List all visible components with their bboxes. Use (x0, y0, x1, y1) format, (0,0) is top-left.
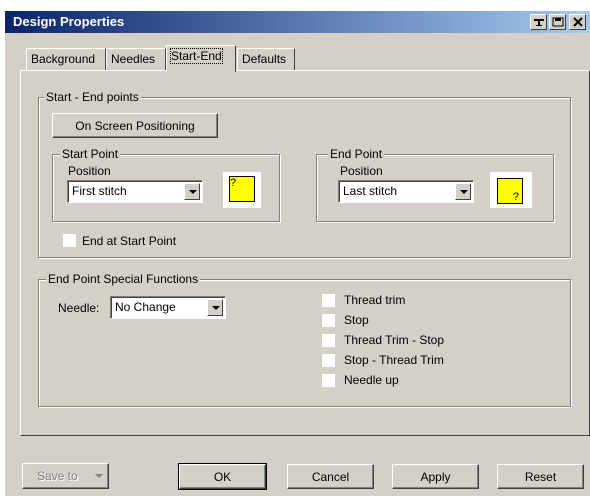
end-position-select[interactable]: Last stitch (338, 180, 474, 203)
chevron-down-icon[interactable] (184, 183, 200, 200)
stop-checkbox[interactable] (322, 314, 335, 327)
end-position-value: Last stitch (343, 184, 398, 198)
start-end-group-label: Start - End points (44, 90, 141, 104)
end-at-start-label: End at Start Point (82, 234, 177, 248)
tab-background[interactable]: Background (26, 48, 106, 70)
start-marker-icon[interactable]: ? (229, 176, 255, 202)
tab-defaults[interactable]: Defaults (237, 48, 295, 70)
needle-up-label: Needle up (344, 373, 399, 387)
close-icon[interactable] (569, 14, 586, 30)
apply-button[interactable]: Apply (392, 464, 479, 489)
thread-trim-checkbox[interactable] (322, 294, 335, 307)
end-marker-icon[interactable]: ? (497, 178, 523, 204)
needle-select[interactable]: No Change (110, 296, 226, 319)
needle-up-checkbox[interactable] (322, 374, 335, 387)
ok-button[interactable]: OK (178, 463, 267, 490)
window-title: Design Properties (13, 14, 125, 29)
tab-start-end[interactable]: Start-End (166, 45, 236, 72)
start-position-label: Position (68, 164, 111, 178)
stop-thread-trim-checkbox[interactable] (322, 354, 335, 367)
top-strip (0, 0, 590, 11)
tab-needles[interactable]: Needles (106, 48, 166, 70)
chevron-down-icon[interactable] (207, 299, 223, 316)
save-to-button: Save to (22, 463, 109, 489)
needle-label: Needle: (58, 301, 100, 315)
cancel-button[interactable]: Cancel (287, 464, 374, 489)
stop-thread-trim-label: Stop - Thread Trim (344, 353, 444, 367)
help-pin-icon[interactable] (530, 14, 547, 30)
start-point-label: Start Point (60, 147, 121, 161)
chevron-down-icon (95, 474, 103, 478)
stop-label: Stop (344, 313, 369, 327)
start-position-select[interactable]: First stitch (67, 180, 203, 203)
needle-value: No Change (115, 300, 176, 314)
start-position-value: First stitch (72, 184, 127, 198)
end-at-start-checkbox[interactable] (63, 234, 76, 247)
save-to-label: Save to (37, 469, 78, 483)
special-functions-label: End Point Special Functions (46, 272, 201, 286)
on-screen-positioning-button[interactable]: On Screen Positioning (52, 113, 218, 138)
end-position-label: Position (340, 164, 383, 178)
thread-trim-stop-label: Thread Trim - Stop (344, 333, 445, 347)
end-point-label: End Point (328, 147, 385, 161)
thread-trim-stop-checkbox[interactable] (322, 334, 335, 347)
reset-button[interactable]: Reset (497, 464, 584, 489)
save-icon[interactable] (549, 14, 566, 30)
thread-trim-label: Thread trim (344, 293, 406, 307)
chevron-down-icon[interactable] (455, 183, 471, 200)
